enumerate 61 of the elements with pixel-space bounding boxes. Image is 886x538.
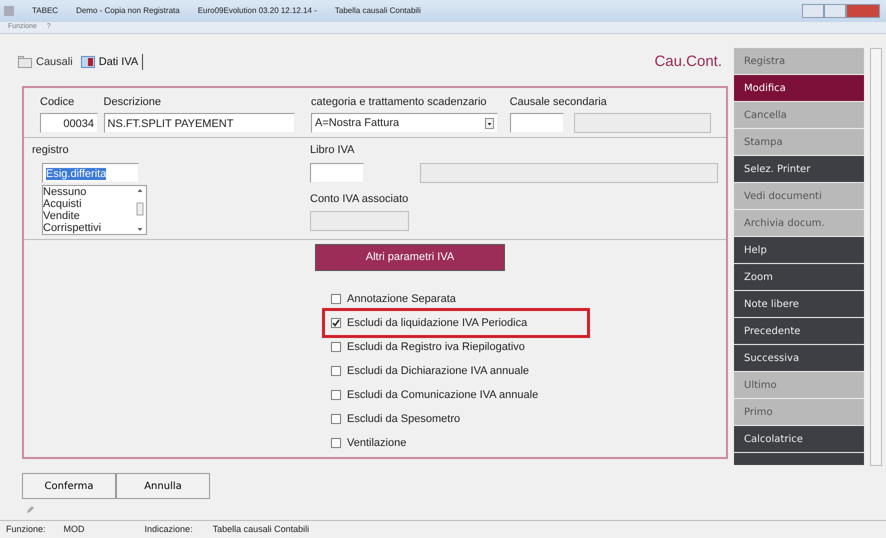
section-heading: Cau.Cont.: [654, 52, 722, 72]
vat-book-field[interactable]: [310, 162, 364, 183]
field-label: Codice: [40, 95, 76, 110]
window-title: Euro09Evolution 03.20 12.12.14 -: [198, 5, 317, 17]
register-field[interactable]: Esig.differita: [42, 162, 139, 183]
confirm-button[interactable]: Conferma: [22, 473, 116, 499]
checkbox-label[interactable]: Escludi da Dichiarazione IVA annuale: [347, 362, 530, 379]
register-listbox[interactable]: Nessuno Acquisti Vendite Corrispettivi: [42, 184, 147, 235]
sidebar-button[interactable]: Precedente: [734, 318, 864, 344]
checkbox[interactable]: [331, 438, 341, 448]
checkbox[interactable]: [331, 294, 341, 304]
status-label: Indicazione:: [144, 522, 193, 536]
sidebar-button[interactable]: Note libere: [734, 291, 864, 317]
field-label: Libro IVA: [310, 143, 356, 158]
list-option[interactable]: Corrispettivi: [43, 222, 134, 234]
checkbox[interactable]: [331, 318, 341, 328]
field-label: categoria e trattamento scadenzario: [311, 95, 488, 110]
checkbox-label[interactable]: Escludi da Spesometro: [347, 410, 460, 427]
field-label: Descrizione: [104, 95, 162, 110]
cancel-button[interactable]: Annulla: [116, 473, 210, 499]
checkbox-label[interactable]: Escludi da liquidazione IVA Periodica: [347, 314, 528, 331]
code-field[interactable]: 00034: [40, 113, 98, 134]
maximize-button[interactable]: [824, 4, 846, 18]
checkbox[interactable]: [331, 342, 341, 352]
status-value: MOD: [64, 522, 85, 536]
window-title: Demo - Copia non Registrata: [76, 5, 180, 17]
status-value: Tabella causali Contabili: [212, 522, 310, 536]
list-option[interactable]: Nessuno: [43, 186, 134, 198]
checkbox[interactable]: [331, 390, 341, 400]
category-dropdown[interactable]: A=Nostra Fattura: [311, 113, 498, 134]
folder-icon: [18, 56, 32, 68]
field-label: registro: [32, 143, 70, 158]
status-label: Funzione:: [6, 522, 46, 536]
description-field[interactable]: NS.FT.SPLIT PAYEMENT: [104, 113, 295, 134]
sidebar-button[interactable]: Selez. Printer: [734, 156, 864, 182]
list-option[interactable]: Acquisti: [43, 198, 134, 210]
window-title: TABEC: [32, 5, 58, 17]
app-icon: [4, 6, 14, 16]
scrollbar[interactable]: [870, 48, 882, 466]
secondary-code-field[interactable]: [510, 113, 564, 134]
checkbox-label[interactable]: Escludi da Registro iva Riepilogativo: [347, 338, 525, 355]
sidebar-button[interactable]: Calcolatrice: [734, 426, 864, 452]
tab[interactable]: Dati IVA: [80, 54, 144, 70]
checkbox-label[interactable]: Annotazione Separata: [347, 290, 456, 307]
tab[interactable]: Causali: [18, 54, 73, 70]
sidebar-button[interactable]: Successiva: [734, 345, 864, 371]
checkbox-label[interactable]: Ventilazione: [347, 434, 406, 451]
sidebar-button[interactable]: Modifica: [734, 75, 864, 101]
field-label: Causale secondaria: [510, 95, 608, 110]
other-vat-parameters-button[interactable]: Altri parametri IVA: [315, 244, 505, 271]
book-icon: [80, 56, 95, 68]
window-title: Tabella causali Contabili: [334, 5, 421, 17]
checkbox[interactable]: [331, 366, 341, 376]
field-label: Conto IVA associato: [310, 192, 410, 207]
minimize-button[interactable]: [802, 4, 824, 18]
sidebar-button[interactable]: Help: [734, 237, 864, 263]
list-option[interactable]: Vendite: [43, 210, 134, 222]
checkbox[interactable]: [331, 414, 341, 424]
sidebar-button[interactable]: Zoom: [734, 264, 864, 290]
pencil-icon: [26, 506, 34, 514]
checkbox-label[interactable]: Escludi da Comunicazione IVA annuale: [347, 386, 538, 403]
